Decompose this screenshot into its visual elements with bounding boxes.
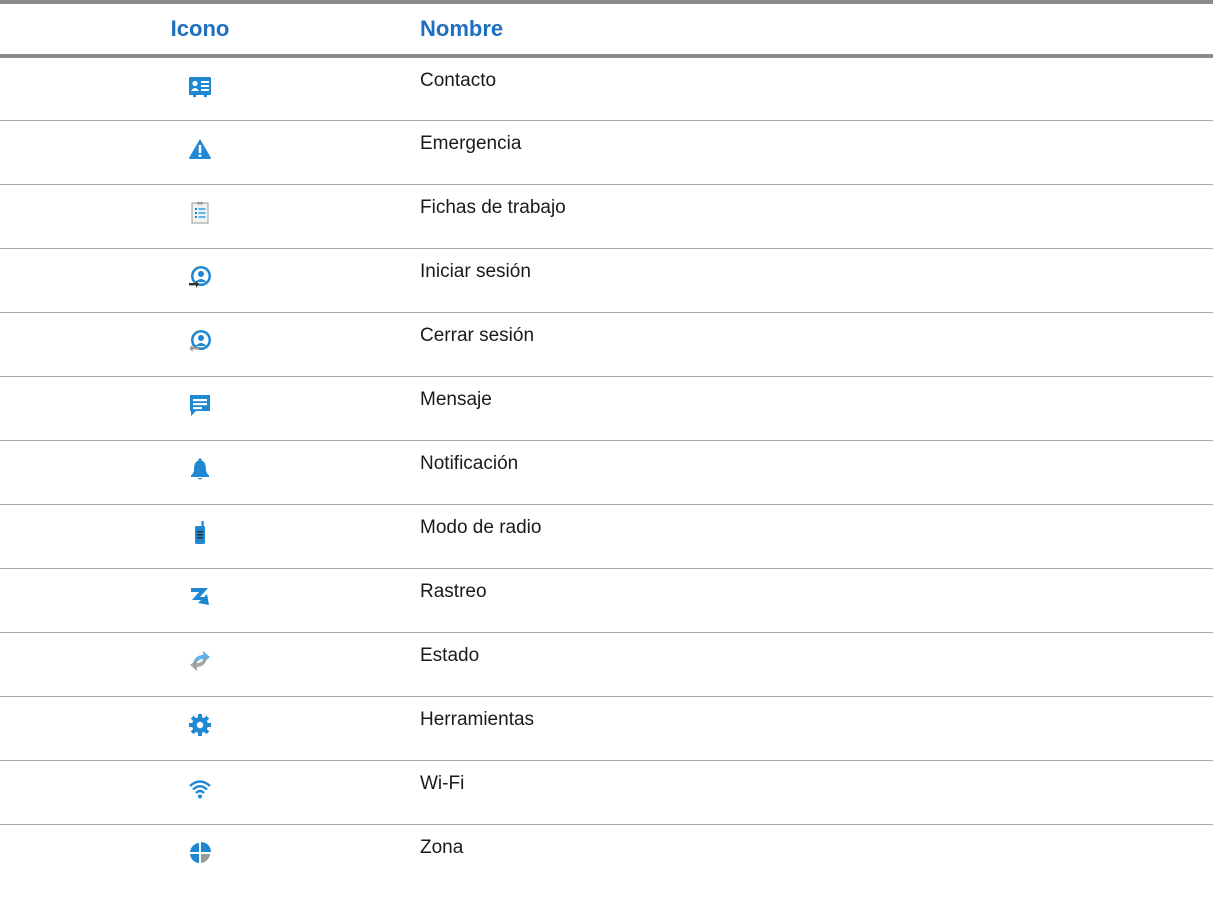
bell-icon [188,457,212,481]
wifi-icon [188,777,212,801]
table-row: Notificación [0,440,1213,505]
icon-cell [0,632,400,697]
status-refresh-icon [188,649,212,673]
table-row: Estado [0,632,1213,697]
icon-cell [0,504,400,569]
name-cell: Herramientas [400,696,1213,761]
table-row: Fichas de trabajo [0,184,1213,249]
icon-cell [0,440,400,505]
name-cell: Zona [420,836,464,858]
icon-cell [0,120,400,185]
icon-cell [0,184,400,249]
icon-table: Icono Nombre Contacto Emergencia Fichas … [0,0,1213,888]
name-cell: Iniciar sesión [400,248,1213,313]
name-cell: Rastreo [400,568,1213,633]
name-cell: Estado [400,632,1213,697]
table-row: Rastreo [0,568,1213,633]
table-row: Zona [0,824,1213,888]
icon-cell [0,760,400,825]
name-cell: Notificación [400,440,1213,505]
name-cell: Contacto [400,56,1213,121]
name-cell: Cerrar sesión [400,312,1213,377]
table-row: Mensaje [0,376,1213,441]
radio-icon [188,520,212,545]
icon-cell [0,56,400,121]
table-row: Contacto [0,56,1213,121]
icon-cell [0,696,400,761]
icon-cell [0,248,400,313]
table-row: Wi-Fi [0,760,1213,825]
table-row: Modo de radio [0,504,1213,569]
header-icon-column: Icono [0,0,400,58]
message-icon [188,393,212,417]
name-cell: Mensaje [400,376,1213,441]
logout-user-icon [188,329,212,353]
warning-triangle-icon [188,137,212,161]
table-row: Cerrar sesión [0,312,1213,377]
header-name-column: Nombre [400,0,1213,58]
name-cell: Wi-Fi [400,760,1213,825]
table-header-row: Icono Nombre [0,0,1213,58]
icon-cell [0,376,400,441]
name-cell: Fichas de trabajo [400,184,1213,249]
icon-cell [0,312,400,377]
login-user-icon [188,265,212,289]
job-ticket-icon [188,201,212,225]
gear-icon [188,713,212,737]
name-cell: Modo de radio [400,504,1213,569]
table-row: Emergencia [0,120,1213,185]
table-row: Iniciar sesión [0,248,1213,313]
icon-cell [0,824,400,888]
tracking-icon [188,585,212,609]
table-row: Herramientas [0,696,1213,761]
icon-cell [0,568,400,633]
name-cell: Emergencia [400,120,1213,185]
zone-pie-icon [188,841,212,865]
contact-card-icon [188,74,212,98]
